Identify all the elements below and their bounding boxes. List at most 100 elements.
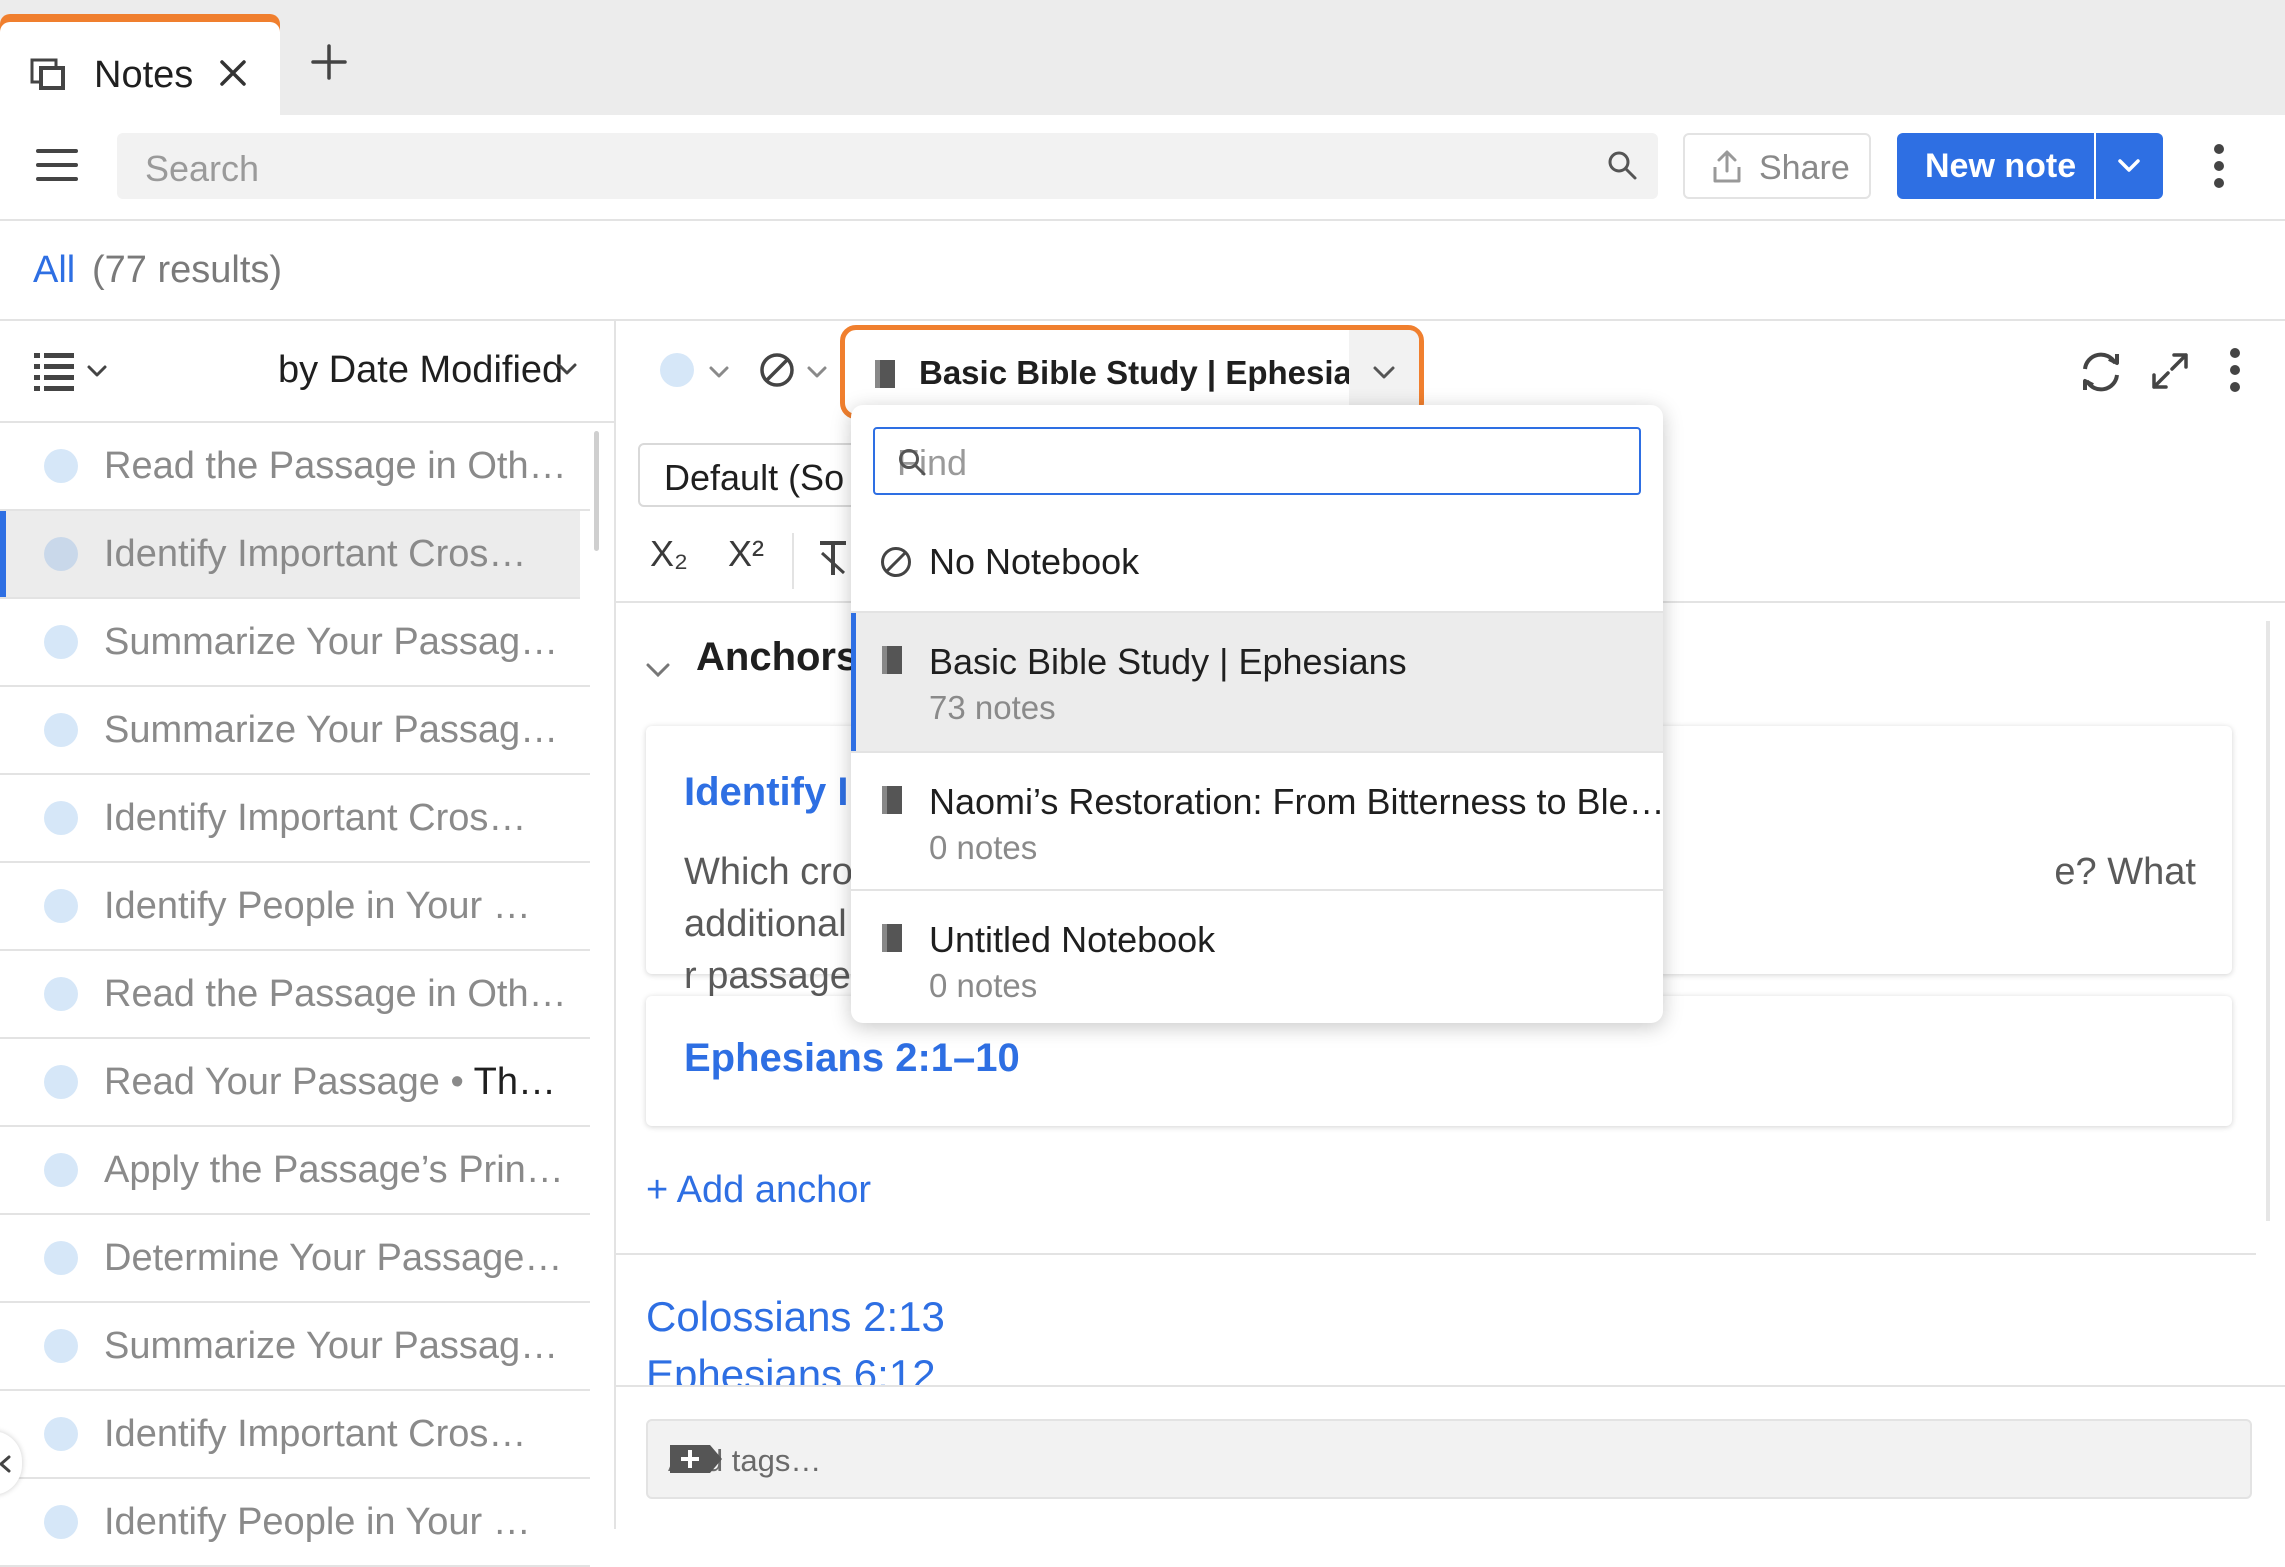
- list-view-icon[interactable]: [34, 351, 76, 393]
- list-item[interactable]: Read the Passage in Oth…: [0, 423, 590, 511]
- chevron-down-icon[interactable]: [556, 361, 578, 377]
- list-item-title-text: Summarize Your Passag…: [104, 709, 559, 751]
- list-item[interactable]: Identify People in Your …: [0, 1479, 590, 1567]
- notebook-icon: [879, 785, 905, 815]
- list-item[interactable]: Summarize Your Passag…: [0, 1303, 590, 1391]
- subscript-button[interactable]: X₂: [650, 533, 688, 575]
- notebook-icon: [879, 645, 905, 675]
- no-notebook-icon[interactable]: [758, 351, 796, 389]
- editor-scrollbar[interactable]: [2266, 621, 2270, 1221]
- note-color-dot: [44, 449, 78, 483]
- new-note-dropdown-button[interactable]: [2096, 133, 2163, 199]
- chevron-down-icon[interactable]: [806, 365, 828, 379]
- no-notebook-option[interactable]: No Notebook: [851, 511, 1663, 613]
- list-item[interactable]: Summarize Your Passag…: [0, 687, 590, 775]
- no-notebook-icon: [879, 545, 913, 579]
- chevron-down-icon: [2118, 159, 2140, 172]
- list-item-title-text: Determine Your Passage…: [104, 1237, 563, 1279]
- list-item[interactable]: Summarize Your Passag…: [0, 599, 590, 687]
- note-color-dot: [44, 713, 78, 747]
- list-item-title: Read Your Passage • Th…: [104, 1061, 556, 1104]
- chevron-down-icon: [1373, 366, 1395, 379]
- list-scrollbar[interactable]: [594, 431, 599, 551]
- list-item-title-text: Identify People in Your …: [104, 885, 531, 927]
- new-note-label: New note: [1925, 147, 2077, 185]
- notebook-option[interactable]: Untitled Notebook 0 notes: [851, 891, 1663, 1023]
- clear-format-icon[interactable]: [816, 539, 850, 579]
- add-anchor-link[interactable]: + Add anchor: [646, 1169, 871, 1212]
- list-item-title: Summarize Your Passag…: [104, 709, 558, 752]
- notebook-note-count: 0 notes: [929, 829, 1038, 866]
- tab-label: Notes: [94, 54, 194, 96]
- more-options-icon[interactable]: [2228, 347, 2242, 393]
- hamburger-menu-icon[interactable]: [36, 147, 78, 183]
- expand-icon[interactable]: [2150, 351, 2190, 391]
- superscript-button[interactable]: X²: [728, 533, 764, 575]
- add-tag-icon[interactable]: [668, 1441, 2238, 1477]
- list-item[interactable]: Identify Important Cros…: [0, 1391, 590, 1479]
- all-filter-link[interactable]: All: [33, 249, 75, 292]
- list-item-title-text: Identify Important Cros…: [104, 1413, 527, 1455]
- sync-icon[interactable]: [2076, 347, 2126, 397]
- find-input[interactable]: Find: [873, 427, 1641, 495]
- list-header: by Date Modified: [0, 321, 614, 423]
- list-item-title: Identify People in Your …: [104, 1501, 531, 1544]
- chevron-down-icon[interactable]: [644, 636, 672, 680]
- list-item-title: Determine Your Passage…: [104, 1237, 562, 1280]
- list-item-title-text: Read the Passage in Oth…: [104, 445, 567, 487]
- chevron-down-icon[interactable]: [708, 365, 730, 379]
- note-color-picker[interactable]: [660, 353, 694, 387]
- note-color-dot: [44, 889, 78, 923]
- list-item[interactable]: Read Your Passage • Th…: [0, 1039, 590, 1127]
- anchor-card-title[interactable]: Identify I: [684, 770, 848, 815]
- note-color-dot: [44, 977, 78, 1011]
- chevron-down-icon[interactable]: [86, 363, 108, 379]
- notebook-dropdown-toggle[interactable]: [1349, 330, 1419, 414]
- option-label: No Notebook: [929, 541, 1140, 582]
- list-item-title-text: Read the Passage in Oth…: [104, 973, 567, 1015]
- search-input[interactable]: Search: [117, 133, 1658, 199]
- note-color-dot: [44, 1153, 78, 1187]
- note-color-dot: [44, 1065, 78, 1099]
- search-icon: [897, 447, 1619, 477]
- list-item-title-text: Apply the Passage’s Prin…: [104, 1149, 564, 1191]
- list-item[interactable]: Identify Important Cros…: [0, 511, 580, 599]
- notebook-icon: [871, 358, 899, 390]
- search-icon: [1606, 149, 1638, 181]
- note-color-dot: [44, 1417, 78, 1451]
- list-item-title: Summarize Your Passag…: [104, 1325, 558, 1368]
- list-item-title: Identify Important Cros…: [104, 797, 526, 840]
- list-item-title: Identify Important Cros…: [104, 1413, 526, 1456]
- notebook-name: Untitled Notebook: [929, 919, 1216, 960]
- results-count: (77 results): [92, 249, 283, 291]
- anchors-heading[interactable]: Anchors: [696, 635, 858, 680]
- notebook-option-selected[interactable]: Basic Bible Study | Ephesians 73 notes: [851, 613, 1663, 753]
- tab-notes[interactable]: Notes: [0, 14, 280, 115]
- notebook-note-count: 0 notes: [929, 967, 1038, 1004]
- new-note-button[interactable]: New note: [1897, 133, 2094, 199]
- note-color-dot: [44, 625, 78, 659]
- reference-link[interactable]: Colossians 2:13: [646, 1293, 945, 1341]
- list-item[interactable]: Read the Passage in Oth…: [0, 951, 590, 1039]
- list-item-title-text: Identify Important Cros…: [104, 797, 527, 839]
- add-tab-icon[interactable]: [311, 44, 347, 80]
- note-color-dot: [44, 1241, 78, 1275]
- list-item-title: Apply the Passage’s Prin…: [104, 1149, 564, 1192]
- note-color-dot: [44, 1505, 78, 1539]
- list-item[interactable]: Determine Your Passage…: [0, 1215, 590, 1303]
- more-options-icon[interactable]: [2212, 143, 2226, 189]
- chevron-left-icon: [0, 1455, 11, 1473]
- tags-input[interactable]: Add tags…: [646, 1419, 2252, 1499]
- list-item[interactable]: Identify People in Your …: [0, 863, 590, 951]
- close-icon[interactable]: [218, 58, 248, 88]
- share-button[interactable]: Share: [1683, 133, 1871, 199]
- style-select-value: Default (So: [664, 457, 845, 498]
- list-item[interactable]: Identify Important Cros…: [0, 775, 590, 863]
- notebook-option[interactable]: Naomi’s Restoration: From Bitterness to …: [851, 753, 1663, 891]
- anchor-reference-link[interactable]: Ephesians 2:1–10: [684, 1036, 1020, 1081]
- sort-selector[interactable]: by Date Modified: [278, 349, 563, 392]
- list-item[interactable]: Apply the Passage’s Prin…: [0, 1127, 590, 1215]
- reference-link[interactable]: Ephesians 6:12: [646, 1351, 936, 1385]
- toolbar-divider: [792, 533, 794, 589]
- list-item-title: Read the Passage in Oth…: [104, 445, 567, 488]
